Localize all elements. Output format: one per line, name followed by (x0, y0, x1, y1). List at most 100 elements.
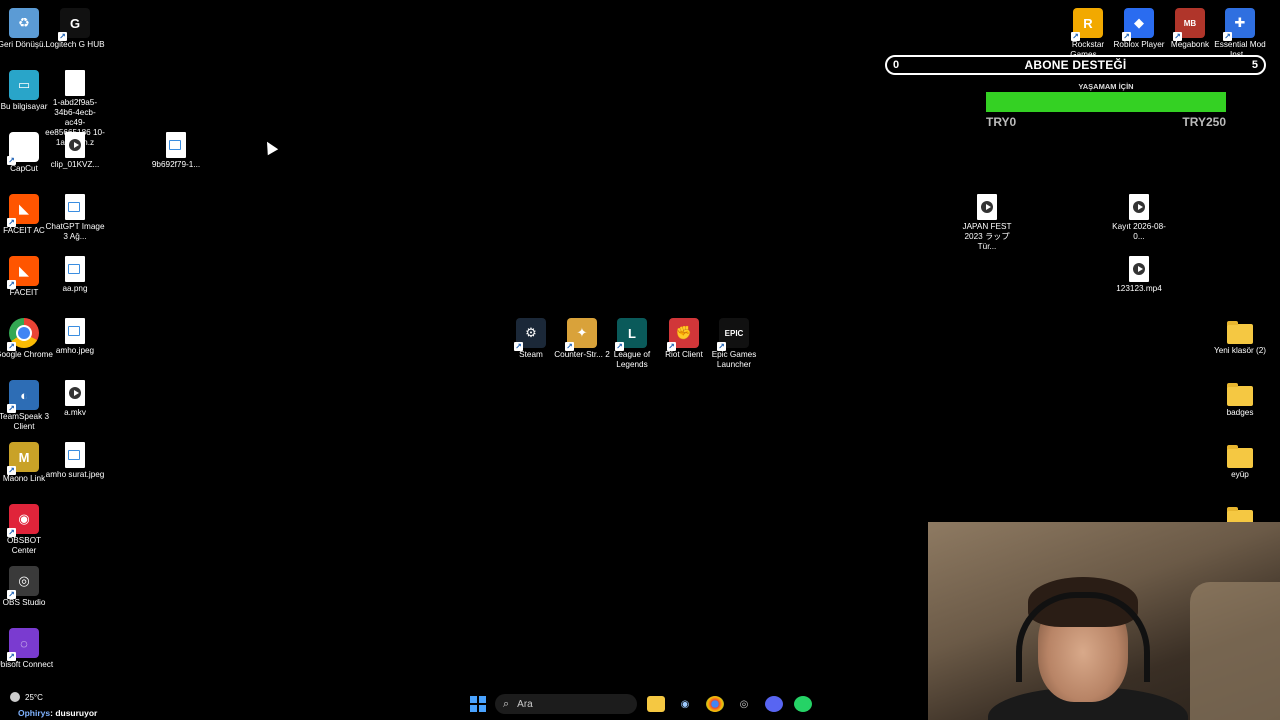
donation-goal: YAŞAMAM İÇİN TRY0 TRY250 (986, 82, 1226, 129)
obsbot-icon: ◉ (7, 504, 39, 537)
desktop-icon-yeni-klas-r-2[interactable]: Yeni klasör (2) (1210, 318, 1270, 356)
chrome-icon (7, 318, 39, 351)
donation-goal-label: YAŞAMAM İÇİN (1078, 82, 1134, 91)
desktop-icon-amho-surat-jpeg[interactable]: amho surat.jpeg (45, 442, 105, 480)
desktop-icon-epic-games-launcher[interactable]: EPICEpic Games Launcher (704, 318, 764, 370)
desktop-icon-obs-studio[interactable]: ◎OBS Studio (0, 566, 54, 608)
desktop-icon-amho-jpeg[interactable]: amho.jpeg (45, 318, 105, 356)
monitor-icon: ▭ (9, 70, 39, 100)
video-file-icon (65, 380, 85, 406)
desktop-icon-kay-t-2026-08-0[interactable]: Kayıt 2026-08-0... (1109, 194, 1169, 242)
subscriber-goal-bar: 0 ABONE DESTEĞİ 5 (885, 55, 1266, 75)
desktop-icon-label: a.mkv (64, 408, 86, 417)
megabonk-icon: MB (1173, 8, 1205, 41)
steam-taskbar-icon[interactable]: ◉ (676, 696, 694, 712)
faceit-icon: ◣ (7, 256, 39, 289)
sub-goal-current: 0 (893, 59, 900, 71)
desktop-icon-label: eyüp (1231, 470, 1249, 479)
recycle-bin-icon: ♻ (9, 8, 39, 38)
desktop-icon-9b692f79-1[interactable]: 9b692f79-1... (146, 132, 206, 170)
riot-icon: ✊ (667, 318, 699, 351)
desktop-icon-label: amho.jpeg (55, 346, 95, 355)
desktop-icon-essential-mod-inst[interactable]: ✚Essential Mod Inst... (1210, 8, 1270, 60)
folder-icon (1227, 383, 1253, 406)
desktop-icon-label: League of Legends (613, 350, 651, 369)
desktop-icon-label: clip_01KVZ... (50, 160, 100, 169)
desktop-icon-league-of-legends[interactable]: LLeague of Legends (602, 318, 662, 370)
taskbar-search[interactable]: ⌕ Ara (495, 694, 637, 714)
file-icon (65, 70, 85, 96)
whatsapp-taskbar-icon[interactable] (794, 696, 812, 712)
ticker-username: Ophirys (18, 708, 51, 718)
video-file-icon (1129, 256, 1149, 282)
desktop-icon-ey-p[interactable]: eyüp (1210, 442, 1270, 480)
folder-icon (1227, 445, 1253, 468)
donation-progress-bar (986, 92, 1226, 112)
ticker-message: : dusuruyor (50, 708, 98, 718)
image-file-icon (65, 256, 85, 282)
video-file-icon (977, 194, 997, 220)
desktop-icon-label: 9b692f79-1... (151, 160, 201, 169)
file-explorer-icon[interactable] (647, 696, 665, 712)
desktop-icon-label: ChatGPT Image 3 Ağ... (45, 222, 105, 241)
video-file-icon (1129, 194, 1149, 220)
desktop-icon-clip-01kvz[interactable]: clip_01KVZ... (45, 132, 105, 170)
weather-icon (10, 692, 20, 702)
desktop-icon-logitech-g-hub[interactable]: GLogitech G HUB (45, 8, 105, 50)
chair (1190, 582, 1280, 720)
desktop-icon-label: 123123.mp4 (1116, 284, 1162, 293)
desktop-icon-obsbot-center[interactable]: ◉OBSBOT Center (0, 504, 54, 556)
windows-icon (470, 696, 486, 712)
weather-widget[interactable]: 25°C (10, 692, 43, 702)
obs-taskbar-icon[interactable]: ◎ (735, 696, 753, 712)
mouse-cursor-icon (261, 138, 279, 156)
desktop-icon-label: Ubisoft Connect (0, 660, 54, 669)
donation-min: TRY0 (986, 115, 1017, 129)
desktop-icon-chatgpt-image-3-a[interactable]: ChatGPT Image 3 Ağ... (45, 194, 105, 242)
image-file-icon (65, 194, 85, 220)
desktop-icon-label: OBSBOT Center (6, 536, 42, 555)
cs2-icon: ✦ (565, 318, 597, 351)
steam-icon: ⚙ (514, 318, 546, 351)
discord-taskbar-icon[interactable] (765, 696, 783, 712)
image-file-icon (166, 132, 186, 158)
teamspeak-icon: ◐ (7, 380, 39, 413)
desktop-icon-label: Yeni klasör (2) (1213, 346, 1267, 355)
desktop-icon-label: badges (1226, 408, 1254, 417)
desktop-icon-japan-fest-2023-t-r[interactable]: JAPAN FEST 2023 ラップ Tür... (957, 194, 1017, 252)
image-file-icon (65, 442, 85, 468)
desktop-icon-label: OBS Studio (2, 598, 46, 607)
donation-max: TRY250 (1182, 115, 1226, 129)
search-placeholder: Ara (517, 698, 533, 710)
sub-goal-title: ABONE DESTEĞİ (1024, 58, 1127, 72)
desktop-icon-label: Kayıt 2026-08-0... (1112, 222, 1166, 241)
chat-ticker: Ophirys: dusuruyor (0, 706, 364, 720)
donation-progress-fill (986, 92, 1226, 112)
desktop-icon-a-mkv[interactable]: a.mkv (45, 380, 105, 418)
maono-icon: M (7, 442, 39, 475)
essential-icon: ✚ (1223, 8, 1255, 41)
ubisoft-icon: ◌ (7, 628, 39, 661)
logitech-g-icon: G (58, 8, 90, 41)
desktop-icon-label: amho surat.jpeg (45, 470, 105, 479)
search-icon: ⌕ (503, 697, 510, 710)
faceit-ac-icon: ◣ (7, 194, 39, 227)
desktop-icon-123123-mp4[interactable]: 123123.mp4 (1109, 256, 1169, 294)
image-file-icon (65, 318, 85, 344)
desktop-icon-aa-png[interactable]: aa.png (45, 256, 105, 294)
desktop-icon-ubisoft-connect[interactable]: ◌Ubisoft Connect (0, 628, 54, 670)
folder-icon (1227, 321, 1253, 344)
chrome-taskbar-icon[interactable] (706, 696, 724, 712)
start-button[interactable] (469, 696, 487, 712)
video-file-icon (65, 132, 85, 158)
desktop-icon-badges[interactable]: badges (1210, 380, 1270, 418)
desktop-icon-label: JAPAN FEST 2023 ラップ Tür... (962, 222, 1012, 251)
desktop-icon-label: Epic Games Launcher (711, 350, 757, 369)
obs-icon: ◎ (7, 566, 39, 599)
weather-temp: 25°C (25, 692, 43, 702)
lol-icon: L (615, 318, 647, 351)
epic-icon: EPIC (717, 318, 749, 351)
rockstar-icon: R (1071, 8, 1103, 41)
desktop-icon-label: Logitech G HUB (45, 40, 105, 49)
webcam-feed (928, 522, 1280, 720)
